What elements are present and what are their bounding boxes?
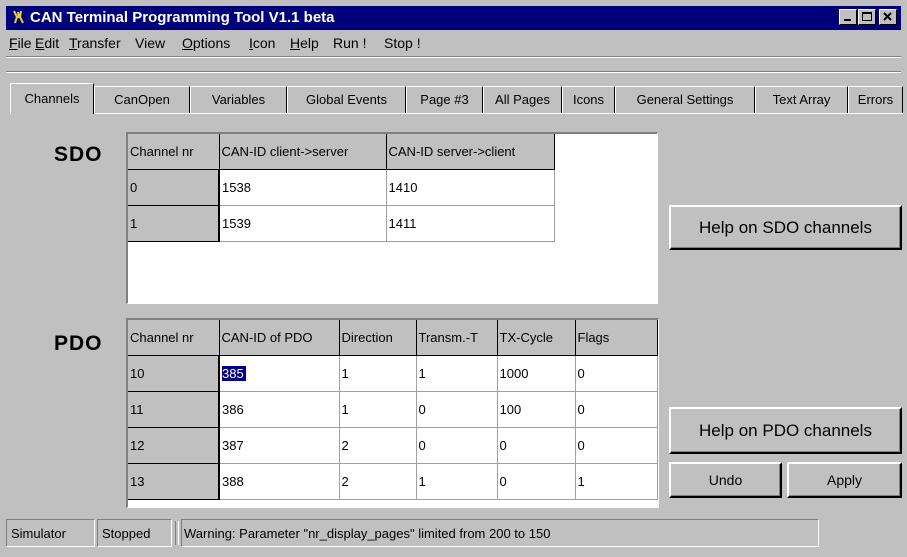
status-mode: Simulator	[6, 519, 95, 547]
table-cell[interactable]: 386	[219, 391, 340, 428]
selected-cell-text[interactable]: 385	[222, 366, 246, 381]
menu-file[interactable]: File	[9, 35, 32, 51]
help-pdo-button[interactable]: Help on PDO channels	[669, 407, 902, 454]
tab-icons[interactable]: Icons	[562, 86, 615, 113]
table-row[interactable]: 11 386 1 0 100 0	[128, 391, 658, 428]
status-message: Warning: Parameter "nr_display_pages" li…	[181, 519, 819, 547]
table-cell[interactable]: 388	[219, 463, 340, 500]
tab-errors[interactable]: Errors	[848, 86, 903, 113]
table-cell[interactable]: 11	[128, 391, 220, 428]
table-cell[interactable]: 1	[416, 463, 498, 500]
menu-view[interactable]: View	[135, 35, 165, 51]
tab-canopen[interactable]: CanOpen	[94, 86, 190, 113]
table-cell[interactable]: 0	[575, 391, 658, 428]
table-cell[interactable]: 0	[575, 427, 658, 464]
table-cell[interactable]: 0	[497, 463, 576, 500]
sdo-grid[interactable]: Channel nr CAN-ID client->server CAN-ID …	[126, 132, 658, 304]
minimize-icon	[844, 19, 851, 21]
tab-channels[interactable]: Channels	[10, 83, 94, 114]
table-cell[interactable]: 1411	[386, 205, 555, 242]
menu-edit[interactable]: Edit	[35, 35, 59, 51]
pdo-header-can-id[interactable]: CAN-ID of PDO	[219, 320, 340, 356]
table-cell[interactable]: 10	[128, 355, 220, 392]
menu-divider	[6, 56, 901, 58]
menu-stop[interactable]: Stop !	[384, 35, 421, 51]
table-cell[interactable]: 1000	[497, 355, 576, 392]
tab-general-settings[interactable]: General Settings	[615, 86, 755, 113]
tab-global-events[interactable]: Global Events	[287, 86, 406, 113]
table-row[interactable]: 1 1539 1411	[128, 205, 555, 242]
table-cell[interactable]: 387	[219, 427, 340, 464]
pdo-label: PDO	[54, 332, 103, 355]
pdo-header-flags[interactable]: Flags	[575, 320, 658, 356]
help-sdo-button[interactable]: Help on SDO channels	[669, 205, 902, 250]
table-cell[interactable]: 1	[416, 355, 498, 392]
menu-transfer[interactable]: Transfer	[69, 35, 121, 51]
table-row[interactable]: 12 387 2 0 0 0	[128, 427, 658, 464]
sdo-header-channel[interactable]: Channel nr	[128, 134, 220, 170]
close-button[interactable]	[879, 9, 897, 25]
toolbar-divider	[6, 71, 901, 73]
app-icon	[13, 10, 24, 24]
table-cell[interactable]: 2	[339, 427, 417, 464]
table-cell[interactable]: 0	[416, 391, 498, 428]
sdo-header-client-server[interactable]: CAN-ID client->server	[219, 134, 387, 170]
pdo-header-channel[interactable]: Channel nr	[128, 320, 220, 356]
status-grip	[175, 521, 179, 545]
table-cell[interactable]: 0	[497, 427, 576, 464]
close-icon	[883, 12, 892, 21]
table-row[interactable]: 13 388 2 1 0 1	[128, 463, 658, 500]
table-cell[interactable]: 100	[497, 391, 576, 428]
tab-text-array[interactable]: Text Array	[755, 86, 848, 113]
table-cell[interactable]: 12	[128, 427, 220, 464]
maximize-button[interactable]	[858, 9, 876, 25]
title-bar[interactable]: CAN Terminal Programming Tool V1.1 beta	[6, 6, 901, 30]
table-row[interactable]: 10 385 1 1 1000 0	[128, 355, 658, 392]
tab-panel-border	[10, 113, 903, 114]
menu-icon[interactable]: Icon	[249, 35, 275, 51]
tab-all-pages[interactable]: All Pages	[483, 86, 562, 113]
apply-button[interactable]: Apply	[787, 462, 902, 498]
sdo-label: SDO	[54, 143, 103, 166]
maximize-icon	[862, 12, 872, 21]
table-cell[interactable]: 1	[128, 205, 220, 242]
pdo-header-direction[interactable]: Direction	[339, 320, 417, 356]
status-bar: Simulator Stopped Warning: Parameter "nr…	[6, 519, 901, 549]
table-cell[interactable]: 1	[339, 355, 417, 392]
table-cell[interactable]: 1410	[386, 169, 555, 206]
pdo-grid[interactable]: Channel nr CAN-ID of PDO Direction Trans…	[126, 318, 659, 508]
table-cell[interactable]: 2	[339, 463, 417, 500]
sdo-header-row: Channel nr CAN-ID client->server CAN-ID …	[128, 134, 555, 170]
status-state: Stopped	[97, 519, 172, 547]
tab-page-3[interactable]: Page #3	[406, 86, 483, 113]
table-cell[interactable]: 1539	[219, 205, 387, 242]
table-cell[interactable]: 1538	[219, 169, 387, 206]
table-cell[interactable]: 1	[575, 463, 658, 500]
table-row[interactable]: 0 1538 1410	[128, 169, 555, 206]
undo-button[interactable]: Undo	[669, 462, 782, 498]
menu-run[interactable]: Run !	[333, 35, 366, 51]
pdo-header-row: Channel nr CAN-ID of PDO Direction Trans…	[128, 320, 658, 356]
pdo-header-transm-type[interactable]: Transm.-T	[416, 320, 498, 356]
menu-bar: File Edit Transfer View Options Icon Hel…	[6, 32, 901, 54]
tab-variables[interactable]: Variables	[190, 86, 287, 113]
table-cell[interactable]: 1	[339, 391, 417, 428]
table-cell-selected[interactable]: 385	[219, 355, 340, 392]
menu-options[interactable]: Options	[182, 35, 230, 51]
menu-help[interactable]: Help	[290, 35, 319, 51]
pdo-header-tx-cycle[interactable]: TX-Cycle	[497, 320, 576, 356]
minimize-button[interactable]	[839, 9, 857, 25]
table-cell[interactable]: 13	[128, 463, 220, 500]
table-cell[interactable]: 0	[575, 355, 658, 392]
table-cell[interactable]: 0	[128, 169, 220, 206]
table-cell[interactable]: 0	[416, 427, 498, 464]
window-title: CAN Terminal Programming Tool V1.1 beta	[30, 9, 335, 26]
sdo-header-server-client[interactable]: CAN-ID server->client	[386, 134, 555, 170]
